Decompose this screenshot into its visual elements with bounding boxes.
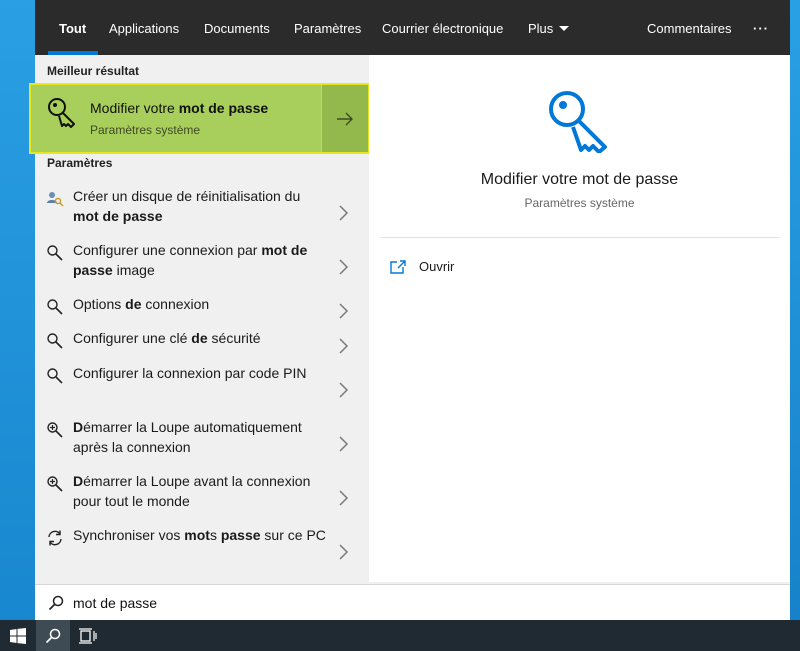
feedback-link[interactable]: Commentaires	[647, 0, 732, 55]
settings-result-label: Configurer une clé de sécurité	[73, 328, 329, 348]
tab-settings[interactable]: Paramètres	[294, 0, 361, 55]
search-settings-icon	[46, 367, 64, 385]
result-text: Créer un disque de réinitialisation du	[73, 188, 301, 204]
result-text: s	[209, 527, 221, 543]
taskbar	[0, 620, 800, 651]
settings-result-item[interactable]: Configurer une connexion par mot de pass…	[35, 240, 369, 294]
tab-documents[interactable]: Documents	[204, 0, 270, 55]
result-text: Options	[73, 296, 126, 312]
search-icon	[48, 595, 64, 611]
result-text: émarrer la Loupe automatiquement après l…	[73, 419, 302, 455]
open-label: Ouvrir	[419, 259, 455, 274]
divider	[381, 237, 779, 238]
search-icon	[45, 628, 61, 643]
settings-result-label: Options de connexion	[73, 294, 329, 314]
tab-applications[interactable]: Applications	[109, 0, 179, 55]
match-highlight: D	[73, 419, 84, 435]
magnifier-plus-icon	[46, 475, 64, 493]
settings-result-label: Configurer une connexion par mot de pass…	[73, 240, 329, 280]
task-view-button[interactable]	[70, 620, 106, 651]
tab-more[interactable]: Plus	[528, 0, 570, 55]
magnifier-plus-icon	[46, 421, 64, 439]
settings-result-item[interactable]: Synchroniser vos mots passe sur ce PC	[35, 525, 369, 579]
match-highlight: passe	[220, 527, 261, 543]
user-key-icon	[46, 190, 64, 208]
open-external-icon	[390, 260, 406, 274]
best-match-title-bold: mot de passe	[178, 100, 269, 116]
best-match-heading: Meilleur résultat	[47, 64, 140, 78]
preview-subtitle: Paramètres système	[524, 196, 635, 210]
more-options-button[interactable]: ···	[753, 0, 769, 55]
chevron-right-icon[interactable]	[337, 258, 349, 276]
chevron-right-icon[interactable]	[337, 381, 349, 399]
start-button[interactable]	[0, 620, 36, 651]
result-text: Synchroniser vos	[73, 527, 185, 543]
match-highlight: mot de passe	[73, 208, 163, 224]
settings-result-label: Configurer la connexion par code PIN	[73, 363, 329, 383]
task-view-icon	[79, 627, 97, 644]
search-panel: Tout Applications Documents Paramètres C…	[29, 0, 790, 620]
result-text: sécurité	[207, 330, 261, 346]
result-text: sur ce PC	[260, 527, 326, 543]
best-match-title-text: Modifier votre	[90, 100, 179, 116]
best-match-expand-button[interactable]	[321, 85, 368, 152]
key-icon	[48, 98, 75, 128]
search-settings-icon	[46, 332, 64, 350]
match-highlight: de	[191, 330, 208, 346]
best-match-title: Modifier votre mot de passe	[90, 100, 268, 116]
desktop-background	[790, 0, 800, 620]
results-pane: Meilleur résultat Modifier votre mot de …	[29, 55, 370, 582]
match-highlight: de	[125, 296, 142, 312]
preview-title: Modifier votre mot de passe	[480, 171, 679, 188]
open-action[interactable]: Ouvrir	[389, 255, 509, 279]
search-settings-icon	[46, 244, 64, 262]
settings-section-heading: Paramètres	[47, 156, 113, 170]
settings-result-item[interactable]: Démarrer la Loupe avant la connexion pou…	[35, 471, 369, 525]
settings-result-label: Démarrer la Loupe avant la connexion pou…	[73, 471, 329, 511]
result-text: Configurer la connexion par code PIN	[73, 365, 307, 381]
chevron-right-icon[interactable]	[337, 435, 349, 453]
settings-result-item[interactable]: Configurer une clé de sécurité	[35, 328, 369, 363]
match-highlight: mot	[184, 527, 210, 543]
result-text: Configurer une clé	[73, 330, 192, 346]
settings-result-item[interactable]: Créer un disque de réinitialisation du m…	[35, 186, 369, 240]
settings-result-label: Créer un disque de réinitialisation du m…	[73, 186, 329, 226]
search-input[interactable]	[73, 593, 773, 613]
taskbar-search-button[interactable]	[36, 620, 70, 651]
best-match-result: Modifier votre mot de passe Paramètres s…	[29, 83, 370, 154]
search-filter-bar: Tout Applications Documents Paramètres C…	[35, 0, 790, 55]
preview-pane: Modifier votre mot de passe Paramètres s…	[369, 55, 790, 582]
tab-all[interactable]: Tout	[47, 0, 99, 55]
result-text: connexion	[141, 296, 210, 312]
windows-start-icon	[10, 627, 26, 644]
chevron-right-icon[interactable]	[337, 204, 349, 222]
tab-more-label: Plus	[528, 21, 554, 36]
arrow-right-icon	[337, 112, 353, 125]
search-box	[35, 584, 790, 620]
result-text: émarrer la Loupe avant la connexion pour…	[73, 473, 311, 509]
tab-email[interactable]: Courrier électronique	[382, 0, 503, 55]
settings-result-item[interactable]: Configurer la connexion par code PIN	[35, 363, 369, 417]
chevron-right-icon[interactable]	[337, 489, 349, 507]
settings-result-label: Démarrer la Loupe automatiquement après …	[73, 417, 329, 457]
search-settings-icon	[46, 298, 64, 316]
best-match-subtitle: Paramètres système	[90, 123, 201, 137]
match-highlight: D	[73, 473, 84, 489]
chevron-right-icon[interactable]	[337, 337, 349, 355]
settings-result-item[interactable]: Options de connexion	[35, 294, 369, 328]
result-text: image	[112, 262, 155, 278]
key-icon	[549, 91, 607, 153]
best-match-open[interactable]: Modifier votre mot de passe Paramètres s…	[31, 85, 321, 152]
result-text: Configurer une connexion par	[73, 242, 262, 258]
chevron-right-icon[interactable]	[337, 543, 349, 561]
settings-result-label: Synchroniser vos mots passe sur ce PC	[73, 525, 329, 545]
sync-icon	[46, 529, 64, 547]
chevron-down-icon	[559, 26, 570, 31]
settings-result-item[interactable]: Démarrer la Loupe automatiquement après …	[35, 417, 369, 471]
chevron-right-icon[interactable]	[337, 302, 349, 320]
